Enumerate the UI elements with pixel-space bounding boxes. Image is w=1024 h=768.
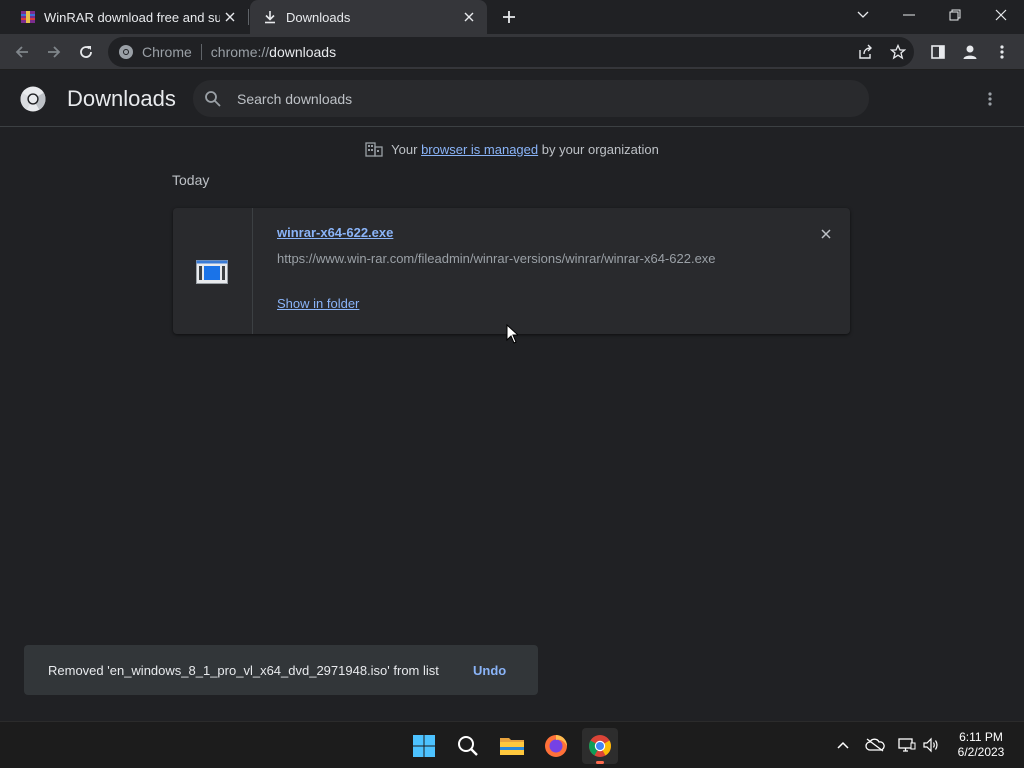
page-title: Downloads bbox=[67, 86, 176, 111]
tab-strip: WinRAR download free and supp Downloads bbox=[0, 0, 1024, 34]
mouse-cursor-icon bbox=[506, 324, 518, 344]
show-in-folder-link[interactable]: Show in folder bbox=[277, 296, 359, 311]
tab-title: WinRAR download free and supp bbox=[44, 9, 220, 25]
tab-separator bbox=[248, 9, 249, 25]
restore-button[interactable] bbox=[932, 0, 978, 30]
exe-file-icon bbox=[196, 260, 228, 284]
tab-winrar[interactable]: WinRAR download free and supp bbox=[8, 0, 248, 34]
download-source-url: https://www.win-rar.com/fileadmin/winrar… bbox=[277, 251, 716, 266]
bookmark-star-icon[interactable] bbox=[886, 40, 910, 64]
onedrive-offline-icon[interactable] bbox=[864, 734, 886, 756]
managed-suffix: by your organization bbox=[538, 141, 659, 157]
tab-search-button[interactable] bbox=[840, 0, 886, 30]
system-clock[interactable]: 6:11 PM 6/2/2023 bbox=[948, 730, 1014, 760]
tab-title: Downloads bbox=[286, 9, 351, 25]
windows-taskbar: 6:11 PM 6/2/2023 bbox=[0, 721, 1024, 768]
date-section-heading: Today bbox=[172, 172, 210, 188]
browser-toolbar: Chrome chrome://downloads bbox=[0, 34, 1024, 70]
managed-link[interactable]: browser is managed bbox=[421, 142, 538, 157]
network-icon[interactable] bbox=[896, 734, 918, 756]
close-tab-icon[interactable] bbox=[220, 7, 240, 27]
chrome-icon bbox=[119, 45, 133, 59]
chrome-logo-icon bbox=[20, 86, 46, 112]
clock-date: 6/2/2023 bbox=[957, 745, 1005, 759]
new-tab-button[interactable] bbox=[498, 6, 520, 28]
site-label: Chrome bbox=[142, 44, 192, 60]
start-icon[interactable] bbox=[406, 728, 442, 764]
firefox-icon[interactable] bbox=[538, 728, 574, 764]
file-icon-column bbox=[173, 208, 253, 334]
removal-toast: Removed 'en_windows_8_1_pro_vl_x64_dvd_2… bbox=[24, 645, 538, 695]
volume-icon[interactable] bbox=[920, 734, 942, 756]
side-panel-button[interactable] bbox=[922, 36, 954, 68]
search-icon[interactable] bbox=[450, 728, 486, 764]
tray-overflow-icon[interactable] bbox=[832, 734, 854, 756]
managed-banner: Your browser is managed by your organiza… bbox=[0, 140, 1024, 158]
download-item: winrar-x64-622.exe https://www.win-rar.c… bbox=[173, 208, 850, 334]
forward-button[interactable] bbox=[38, 36, 70, 68]
file-explorer-icon[interactable] bbox=[494, 728, 530, 764]
url-text: chrome://downloads bbox=[210, 44, 337, 60]
search-downloads-box[interactable] bbox=[193, 80, 869, 117]
close-tab-icon[interactable] bbox=[459, 7, 479, 27]
search-icon bbox=[205, 91, 221, 107]
download-filename-link[interactable]: winrar-x64-622.exe bbox=[277, 225, 393, 240]
building-icon bbox=[365, 142, 383, 157]
remove-download-icon[interactable] bbox=[817, 225, 835, 243]
tab-downloads[interactable]: Downloads bbox=[250, 0, 487, 34]
toast-message: Removed 'en_windows_8_1_pro_vl_x64_dvd_2… bbox=[48, 662, 439, 678]
download-icon bbox=[262, 9, 278, 25]
profile-avatar[interactable] bbox=[954, 36, 986, 68]
search-input[interactable] bbox=[237, 80, 837, 117]
active-app-indicator bbox=[596, 761, 604, 764]
site-info[interactable]: Chrome bbox=[118, 44, 192, 60]
address-bar[interactable]: Chrome chrome://downloads bbox=[108, 37, 914, 67]
chrome-menu-button[interactable] bbox=[986, 36, 1018, 68]
winrar-icon bbox=[20, 9, 36, 25]
downloads-header: Downloads bbox=[0, 71, 1024, 127]
managed-prefix: Your bbox=[391, 141, 422, 157]
share-icon[interactable] bbox=[854, 40, 878, 64]
close-window-button[interactable] bbox=[978, 0, 1024, 30]
back-button[interactable] bbox=[6, 36, 38, 68]
undo-button[interactable]: Undo bbox=[473, 663, 506, 678]
reload-button[interactable] bbox=[70, 36, 102, 68]
minimize-button[interactable] bbox=[886, 0, 932, 30]
chrome-taskbar-icon[interactable] bbox=[582, 728, 618, 764]
divider bbox=[200, 44, 202, 60]
clock-time: 6:11 PM bbox=[959, 730, 1003, 744]
more-actions-icon[interactable] bbox=[980, 89, 1000, 109]
